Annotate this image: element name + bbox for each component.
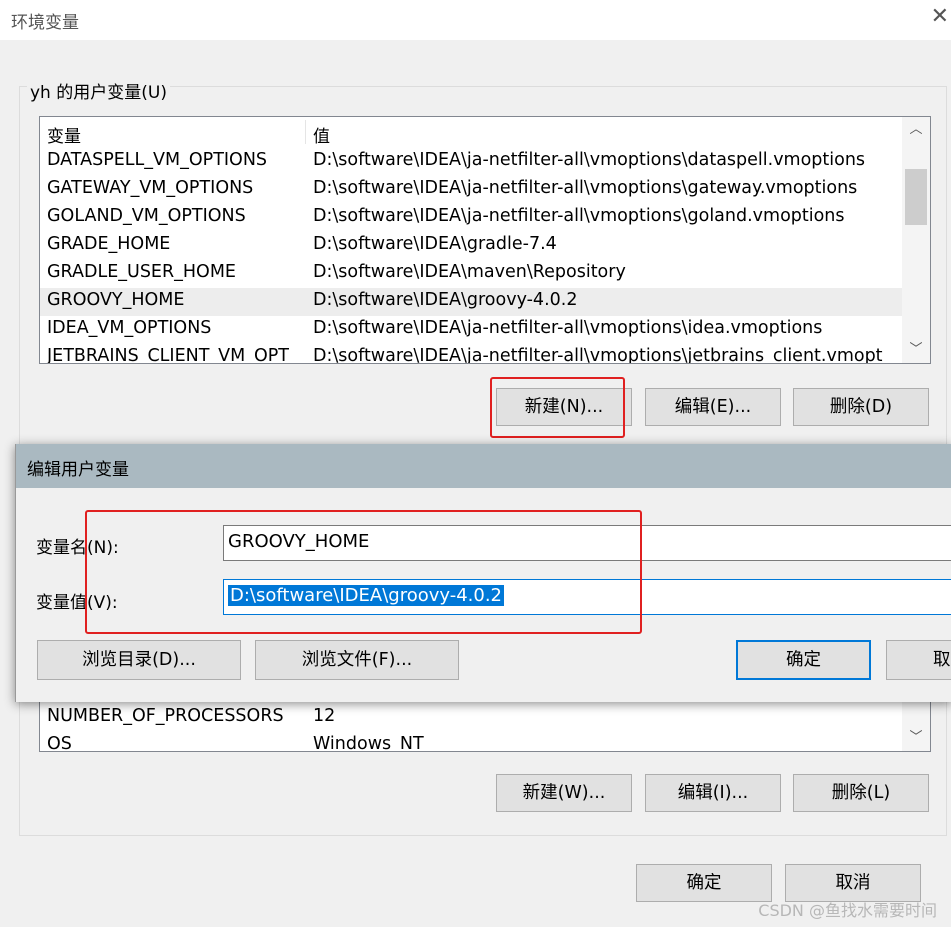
system-vars-list[interactable]: NUMBER_OF_PROCESSORS 12 OS Windows_NT ﹀: [39, 700, 931, 752]
var-value: D:\software\IDEA\groovy-4.0.2: [313, 290, 578, 310]
column-divider[interactable]: [305, 120, 306, 144]
highlight-box-fields: [85, 510, 642, 634]
scroll-down-icon[interactable]: ﹀: [902, 337, 930, 363]
system-delete-button[interactable]: 删除(L): [793, 774, 929, 812]
var-value: 12: [313, 706, 336, 726]
list-item[interactable]: OS Windows_NT: [40, 732, 902, 752]
var-value: D:\software\IDEA\maven\Repository: [313, 262, 626, 282]
var-value: D:\software\IDEA\ja-netfilter-all\vmopti…: [313, 178, 858, 198]
var-value: D:\software\IDEA\ja-netfilter-all\vmopti…: [313, 206, 845, 226]
dialog-cancel-button[interactable]: 取: [886, 640, 951, 680]
browse-directory-button[interactable]: 浏览目录(D)...: [37, 640, 241, 680]
var-name: GATEWAY_VM_OPTIONS: [47, 178, 254, 198]
var-name: IDEA_VM_OPTIONS: [47, 318, 212, 338]
var-name: JETBRAINS_CLIENT_VM_OPT: [47, 346, 290, 364]
list-item[interactable]: GOLAND_VM_OPTIONS D:\software\IDEA\ja-net…: [40, 204, 902, 232]
window-title: 环境变量: [11, 13, 79, 33]
list-item[interactable]: GRADLE_USER_HOME D:\software\IDEA\maven\R…: [40, 260, 902, 288]
list-item-selected[interactable]: GROOVY_HOME D:\software\IDEA\groovy-4.0.2: [40, 288, 902, 316]
dialog-title: 编辑用户变量: [27, 460, 129, 480]
vertical-scrollbar[interactable]: ﹀: [902, 701, 930, 751]
dialog-title-bar[interactable]: 编辑用户变量: [16, 444, 951, 488]
var-value: D:\software\IDEA\ja-netfilter-all\vmopti…: [313, 346, 883, 364]
var-name: NUMBER_OF_PROCESSORS: [47, 706, 284, 726]
list-item[interactable]: IDEA_VM_OPTIONS D:\software\IDEA\ja-netfi…: [40, 316, 902, 344]
scroll-down-icon[interactable]: ﹀: [902, 725, 930, 751]
var-value: D:\software\IDEA\ja-netfilter-all\vmopti…: [313, 150, 866, 170]
close-icon[interactable]: ✕: [931, 4, 949, 29]
list-header: 变量 值: [40, 117, 902, 147]
system-edit-button[interactable]: 编辑(I)...: [645, 774, 781, 812]
var-name: GRADLE_USER_HOME: [47, 262, 236, 282]
var-value: D:\software\IDEA\ja-netfilter-all\vmopti…: [313, 318, 823, 338]
system-new-button[interactable]: 新建(W)...: [496, 774, 632, 812]
dialog-ok-button[interactable]: 确定: [736, 640, 871, 680]
var-name: DATASPELL_VM_OPTIONS: [47, 150, 268, 170]
column-header-name[interactable]: 变量: [47, 122, 81, 147]
var-value: Windows_NT: [313, 734, 424, 752]
ok-button[interactable]: 确定: [636, 864, 772, 902]
var-name: GROOVY_HOME: [47, 290, 185, 310]
var-name: GRADE_HOME: [47, 234, 171, 254]
var-value: D:\software\IDEA\gradle-7.4: [313, 234, 557, 254]
title-bar: [0, 0, 951, 40]
highlight-box-new: [490, 377, 625, 438]
var-name: GOLAND_VM_OPTIONS: [47, 206, 246, 226]
user-delete-button[interactable]: 删除(D): [793, 388, 929, 426]
edit-user-variable-dialog: 编辑用户变量 变量名(N): GROOVY_HOME 变量值(V): D:\so…: [15, 444, 951, 702]
watermark: CSDN @鱼找水需要时间: [758, 901, 937, 920]
user-vars-list[interactable]: 变量 值 DATASPELL_VM_OPTIONS D:\software\IDE…: [39, 116, 931, 364]
column-header-value[interactable]: 值: [313, 122, 330, 147]
list-item[interactable]: NUMBER_OF_PROCESSORS 12: [40, 704, 902, 732]
list-item[interactable]: GATEWAY_VM_OPTIONS D:\software\IDEA\ja-ne…: [40, 176, 902, 204]
scroll-thumb[interactable]: [905, 169, 927, 225]
user-edit-button[interactable]: 编辑(E)...: [645, 388, 781, 426]
list-item[interactable]: DATASPELL_VM_OPTIONS D:\software\IDEA\ja-…: [40, 148, 902, 176]
browse-file-button[interactable]: 浏览文件(F)...: [255, 640, 459, 680]
var-name: OS: [47, 734, 72, 752]
scroll-up-icon[interactable]: ︿: [902, 117, 930, 143]
list-item[interactable]: JETBRAINS_CLIENT_VM_OPT D:\software\IDEA\…: [40, 344, 902, 364]
list-item[interactable]: GRADE_HOME D:\software\IDEA\gradle-7.4: [40, 232, 902, 260]
user-vars-group-label: yh 的用户变量(U): [27, 78, 170, 103]
vertical-scrollbar[interactable]: ︿ ﹀: [902, 117, 930, 363]
